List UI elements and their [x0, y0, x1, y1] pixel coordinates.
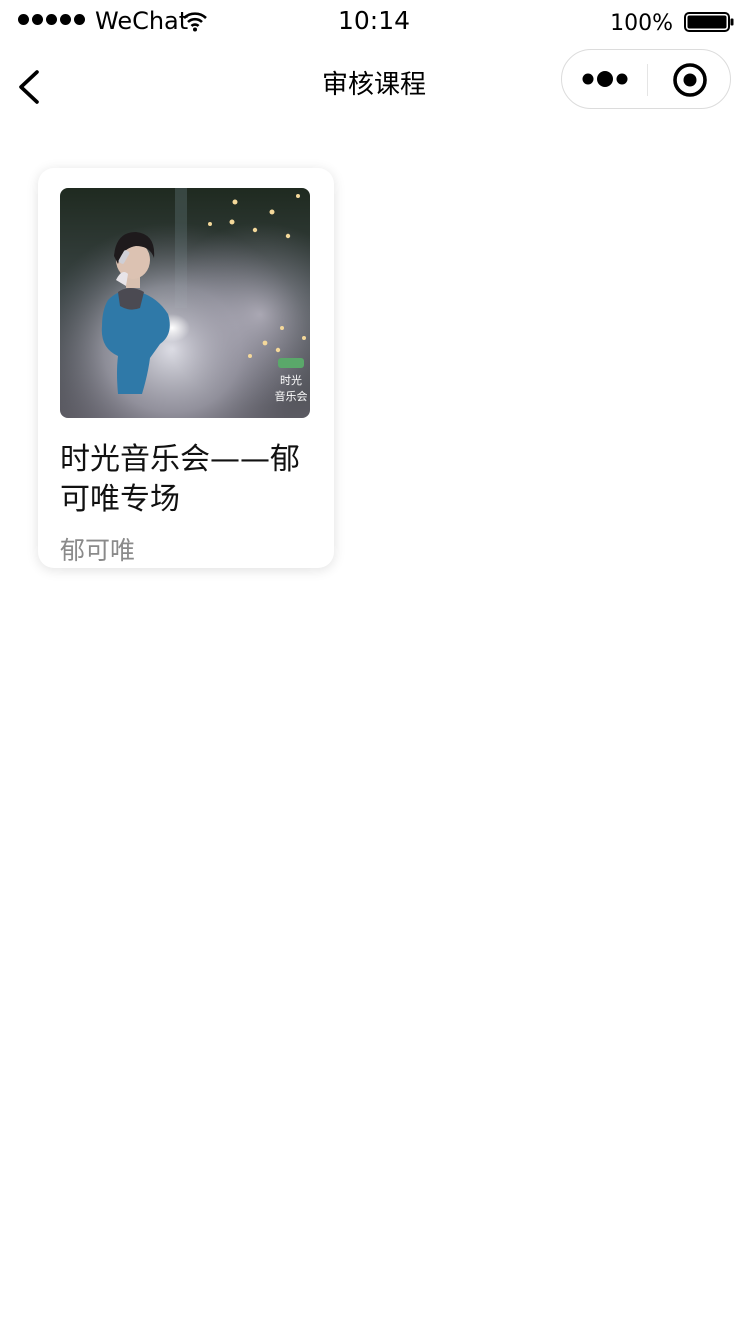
svg-text:音乐会: 音乐会	[275, 389, 308, 403]
battery-percent: 100%	[610, 11, 673, 36]
course-author: 郁可唯	[60, 536, 136, 565]
course-cover-image: 时光 音乐会	[60, 188, 310, 418]
svg-text:时光: 时光	[280, 373, 302, 387]
menu-capsule	[561, 49, 731, 109]
close-icon[interactable]	[672, 62, 708, 98]
course-title: 时光音乐会——郁可唯专场	[60, 442, 300, 517]
battery-icon	[684, 12, 734, 32]
status-bar: WeChat 10:14 100%	[0, 0, 748, 44]
more-icon[interactable]	[580, 65, 632, 93]
nav-bar: 审核课程	[0, 44, 748, 128]
capsule-divider	[647, 64, 648, 96]
course-card[interactable]: 时光 音乐会 时光音乐会——郁可唯专场 郁可唯	[38, 168, 334, 568]
